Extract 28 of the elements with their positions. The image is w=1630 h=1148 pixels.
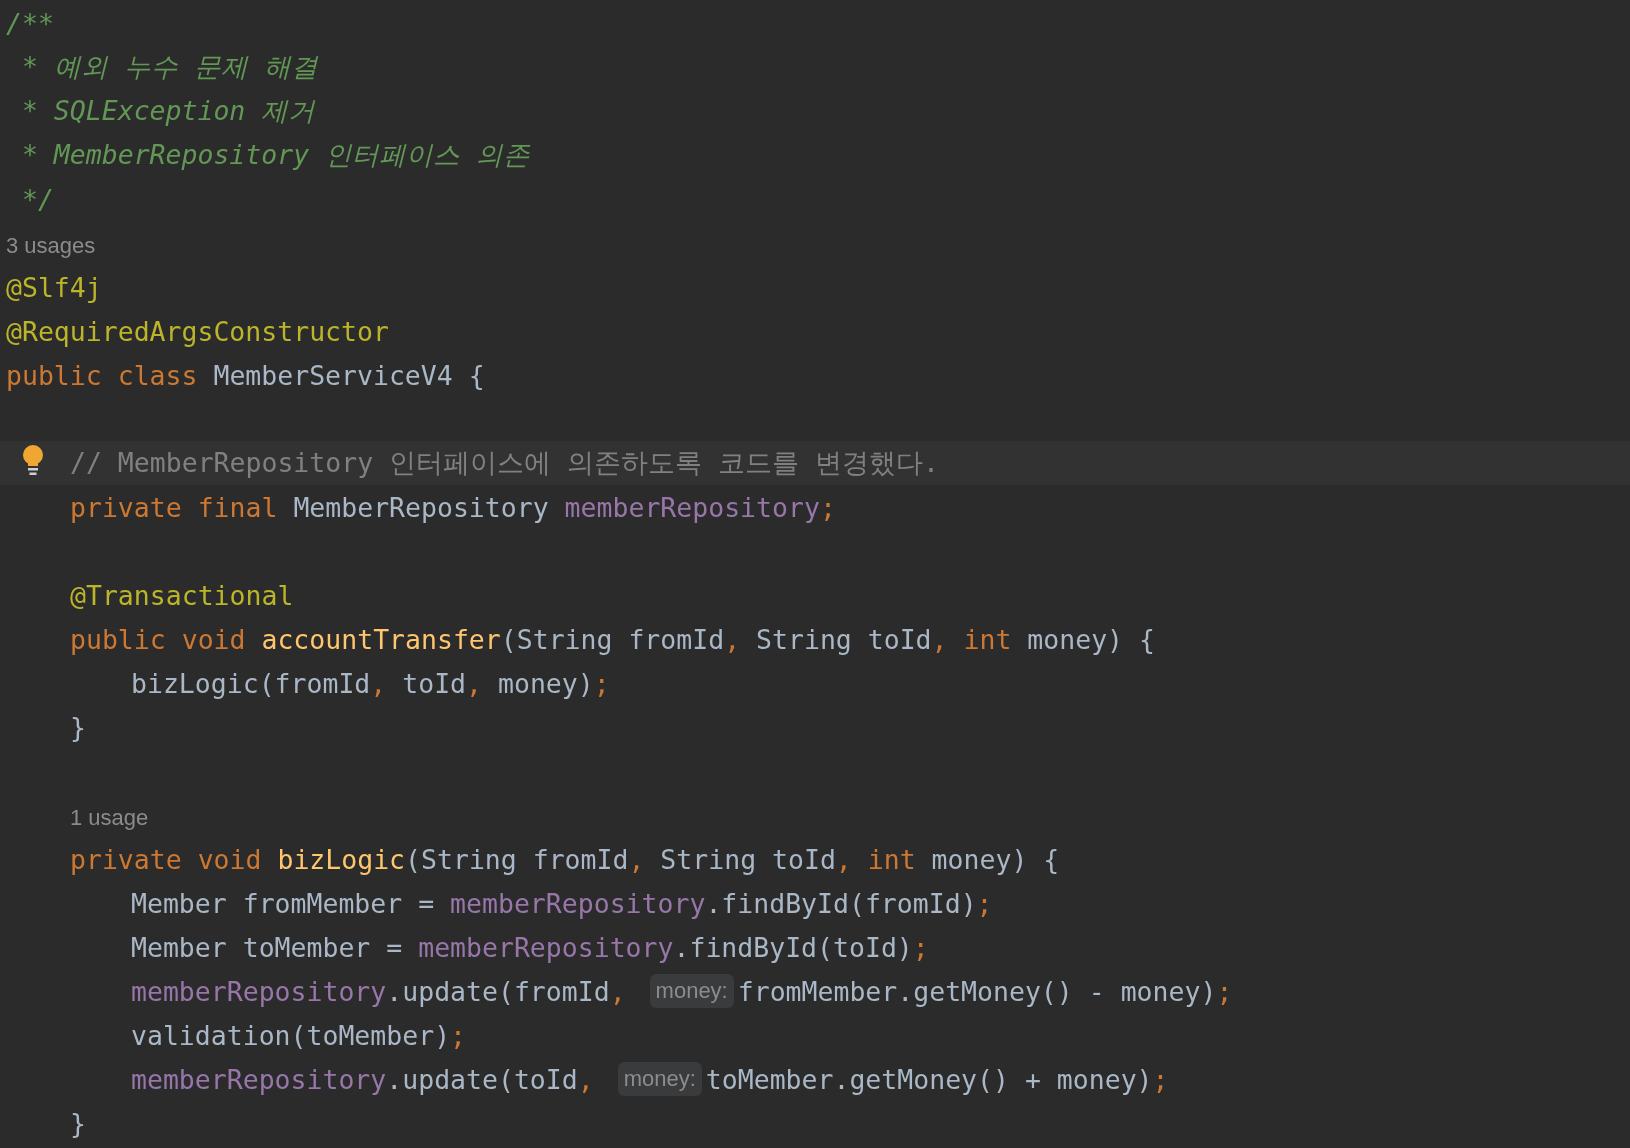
code-text: public void accountTransfer(String fromId, String toId, int money) { [70, 623, 1155, 655]
code-text: toMember.getMoney() + money); [705, 1063, 1169, 1095]
usage-hint[interactable]: 1 usage [70, 799, 149, 831]
code-comment: /** [6, 7, 54, 39]
code-comment: */ [20, 183, 54, 215]
parameter-hint: money: [617, 1062, 702, 1096]
code-text: bizLogic(fromId, toId, money); [131, 667, 610, 699]
code-text: } [70, 1107, 86, 1139]
code-text: public class MemberServiceV4 { [6, 359, 485, 391]
code-text: private final MemberRepository memberRepository; [70, 491, 836, 523]
code-text: @Transactional [70, 579, 294, 611]
code-text: memberRepository.update(fromId, [131, 975, 627, 1007]
code-comment: // MemberRepository 인터페이스에 의존하도록 코드를 변경했다. [70, 446, 939, 480]
code-text: private void bizLogic(String fromId, String toId, int money) { [70, 843, 1060, 875]
code-text: Member fromMember = memberRepository.findById(fromId); [131, 887, 993, 919]
code-text: Member toMember = memberRepository.findById(toId); [131, 931, 929, 963]
code-comment: * 예외 누수 문제 해결 [20, 50, 318, 84]
usage-hint[interactable]: 3 usages [6, 227, 96, 259]
code-text: memberRepository.update(toId, [131, 1063, 595, 1095]
code-text: validation(toMember); [131, 1019, 467, 1051]
lightbulb-icon[interactable] [22, 445, 44, 477]
code-text: @RequiredArgsConstructor [6, 315, 389, 347]
code-text: fromMember.getMoney() - money); [737, 975, 1233, 1007]
code-comment: * SQLException 제거 [20, 94, 316, 128]
code-comment: * MemberRepository 인터페이스 의존 [20, 138, 531, 172]
parameter-hint: money: [649, 974, 734, 1008]
code-text: @Slf4j [6, 271, 102, 303]
code-text: } [70, 711, 86, 743]
